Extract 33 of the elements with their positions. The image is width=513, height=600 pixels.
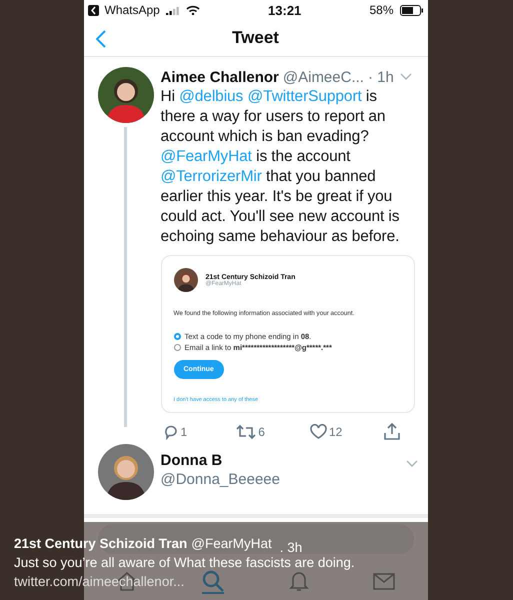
action-count: 6 — [258, 424, 265, 438]
radio-button[interactable] — [174, 344, 180, 351]
mention-link[interactable]: @delbius — [179, 88, 244, 105]
clock-time: 13:21 — [268, 2, 302, 18]
caption-text: Just so you’re all aware of What these fascists are doing. — [14, 555, 356, 570]
action-count: 12 — [329, 424, 342, 438]
radio-button[interactable] — [174, 333, 180, 340]
back-app-label[interactable]: WhatsApp — [104, 3, 160, 17]
caption-time: . 3h — [280, 540, 302, 555]
mention-link[interactable]: @TerrorizerMir — [160, 168, 262, 185]
avatar[interactable] — [174, 268, 198, 292]
back-chevron-icon[interactable] — [96, 30, 106, 48]
author-name[interactable]: Donna B — [160, 452, 398, 469]
back-arrow-icon[interactable] — [88, 4, 98, 16]
action-count: 1 — [180, 424, 188, 438]
caption-author-name: 21st Century Schizoid Tran — [14, 536, 188, 551]
mention-link[interactable]: @FearMyHat — [160, 148, 252, 165]
share-icon[interactable] — [384, 423, 400, 440]
author-handle[interactable]: @AimeeC... — [282, 68, 364, 86]
signal-icon — [166, 6, 180, 14]
page-title: Tweet — [232, 28, 279, 48]
author-name[interactable]: Aimee Challenor — [160, 68, 279, 86]
retweet-icon[interactable] — [236, 424, 256, 438]
mention-link[interactable]: @TwitterSupport — [248, 88, 362, 105]
caption-author-handle: @FearMyHat — [191, 536, 272, 551]
author-handle[interactable]: @Donna_Beeeee — [160, 471, 398, 488]
wifi-icon — [186, 5, 200, 15]
battery-percent: 58% — [369, 3, 394, 17]
speech-bubble-icon[interactable] — [162, 424, 178, 440]
heart-icon[interactable] — [310, 424, 327, 439]
tweet-time: · 1h — [368, 68, 394, 86]
battery-icon — [400, 4, 424, 16]
tweet-text: Hi @delbius @TwitterSupport is there a way for users to report an account which is ban evading? @FearMyHat is the account @TerrorizerMir that you banned earlier this year. It's be great if you could act. You'll see new account is echoing same behaviour as before. — [160, 87, 400, 247]
